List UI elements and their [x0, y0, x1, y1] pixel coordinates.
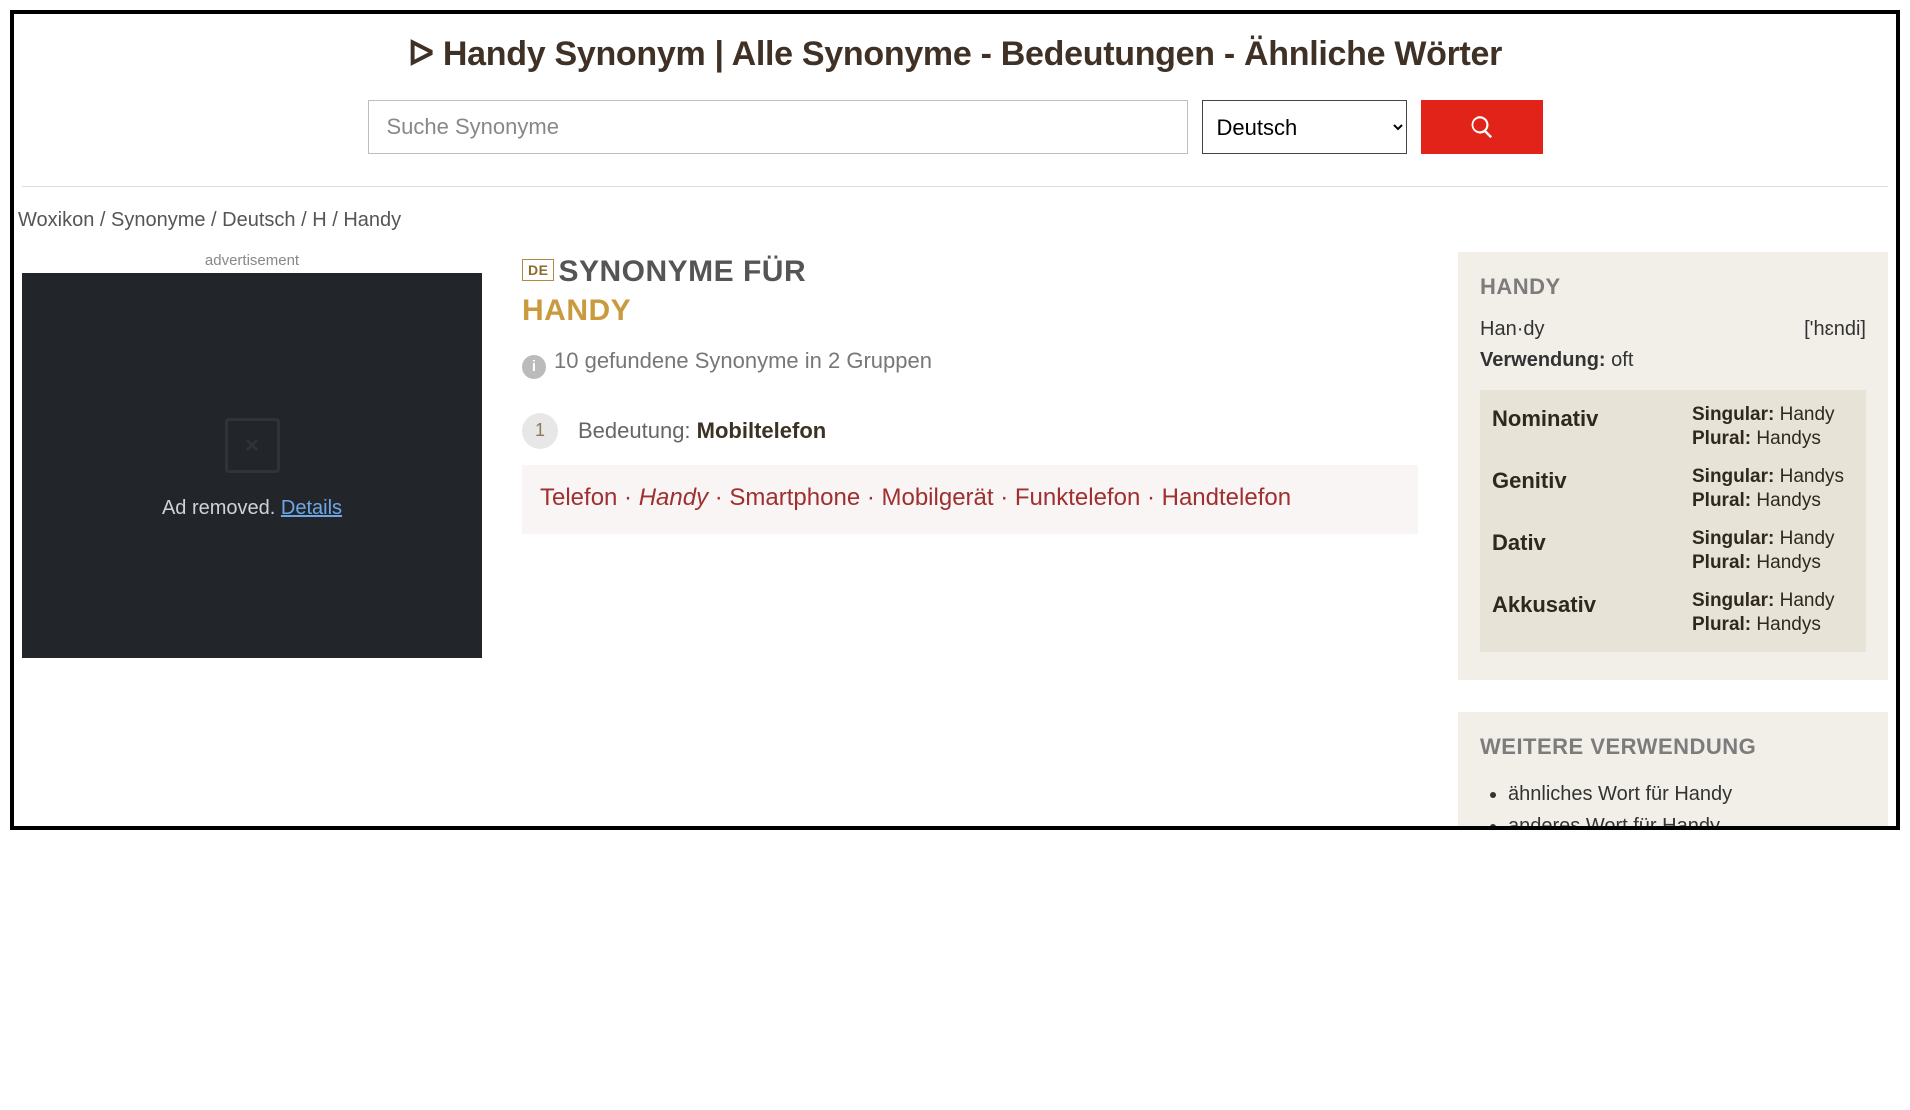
ad-box: × Ad removed. Details [22, 273, 482, 658]
further-item[interactable]: ähnliches Wort für Handy [1508, 778, 1866, 810]
sidebar-further: WEITERE VERWENDUNG ähnliches Wort für Ha… [1458, 712, 1888, 830]
usage-row: Verwendung: oft [1480, 349, 1866, 372]
search-row: Deutsch [14, 100, 1896, 186]
synonym-list[interactable]: Telefon · Handy · Smartphone · Mobilgerä… [522, 465, 1418, 534]
page-title: ᐅ Handy Synonym | Alle Synonyme - Bedeut… [14, 34, 1896, 74]
breadcrumb-link[interactable]: H [312, 209, 326, 231]
syllabification: Han·dy [1480, 318, 1544, 341]
sidebar-info: HANDY Han·dy ['hɛndi] Verwendung: oft No… [1458, 252, 1888, 680]
declension-row: NominativSingular: HandyPlural: Handys [1492, 404, 1854, 452]
ad-details-link[interactable]: Details [281, 497, 342, 519]
language-select[interactable]: Deutsch [1202, 100, 1407, 154]
case-forms: Singular: HandyPlural: Handys [1692, 404, 1854, 452]
case-label: Nominativ [1492, 404, 1692, 452]
breadcrumb-current: Handy [343, 209, 401, 231]
group-header: 1 Bedeutung: Mobiltelefon [522, 413, 1418, 449]
breadcrumb-link[interactable]: Synonyme [111, 209, 206, 231]
further-item[interactable]: anderes Wort für Handy [1508, 810, 1866, 830]
search-button[interactable] [1421, 100, 1543, 154]
search-input[interactable] [368, 100, 1188, 154]
count-line: i10 gefundene Synonyme in 2 Gruppen [522, 346, 1418, 379]
term: HANDY [522, 294, 631, 327]
sidebar-title: HANDY [1480, 274, 1866, 300]
declension-table: NominativSingular: HandyPlural: HandysGe… [1480, 390, 1866, 652]
case-forms: Singular: HandyPlural: Handys [1692, 590, 1854, 638]
ad-label: advertisement [22, 252, 482, 269]
declension-row: DativSingular: HandyPlural: Handys [1492, 528, 1854, 576]
declension-row: AkkusativSingular: HandyPlural: Handys [1492, 590, 1854, 638]
case-label: Dativ [1492, 528, 1692, 576]
synonyms-heading: DESYNONYME FÜR HANDY [522, 252, 1418, 330]
breadcrumb-link[interactable]: Deutsch [222, 209, 295, 231]
case-forms: Singular: HandysPlural: Handys [1692, 466, 1854, 514]
ad-removed-text: Ad removed. Details [22, 497, 482, 520]
group-label: Bedeutung: Mobiltelefon [578, 418, 826, 444]
divider [22, 186, 1888, 187]
group-number: 1 [522, 413, 558, 449]
case-label: Genitiv [1492, 466, 1692, 514]
breadcrumb: Woxikon / Synonyme / Deutsch / H / Handy [14, 209, 1896, 252]
declension-row: GenitivSingular: HandysPlural: Handys [1492, 466, 1854, 514]
lang-badge: DE [522, 259, 554, 281]
ipa: ['hɛndi] [1804, 318, 1866, 341]
info-icon: i [522, 355, 546, 379]
further-title: WEITERE VERWENDUNG [1480, 734, 1866, 760]
case-forms: Singular: HandyPlural: Handys [1692, 528, 1854, 576]
case-label: Akkusativ [1492, 590, 1692, 638]
search-icon [1469, 114, 1495, 140]
image-placeholder-icon: × [225, 418, 280, 473]
further-list: ähnliches Wort für Handyanderes Wort für… [1480, 778, 1866, 830]
breadcrumb-link[interactable]: Woxikon [18, 209, 94, 231]
